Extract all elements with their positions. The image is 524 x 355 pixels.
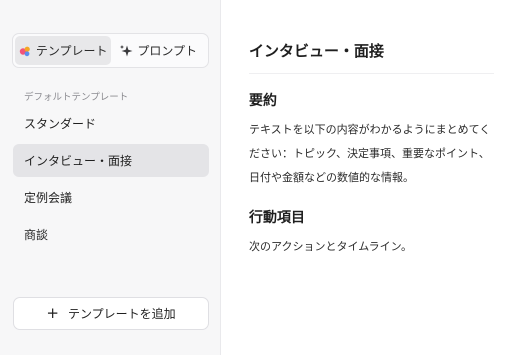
- section-label-default-templates: デフォルトテンプレート: [24, 92, 129, 103]
- add-template-button[interactable]: + テンプレートを追加: [13, 297, 209, 330]
- sidebar-item-regular-meeting[interactable]: 定例会議: [13, 181, 209, 214]
- sidebar-item-label: スタンダード: [24, 117, 97, 131]
- tab-prompts[interactable]: プロンプト: [111, 36, 207, 65]
- section-body-action-items: 次のアクションとタイムライン。: [249, 240, 413, 253]
- page-title: インタビュー・面接: [249, 42, 385, 60]
- tab-templates-label: テンプレート: [35, 44, 108, 58]
- add-template-label: テンプレートを追加: [67, 307, 176, 321]
- template-detail: インタビュー・面接 要約 テキストを以下の内容がわかるようにまとめてください：ト…: [221, 0, 524, 355]
- sidebar-item-standard[interactable]: スタンダード: [13, 107, 209, 140]
- sidebar-item-interview[interactable]: インタビュー・面接: [13, 144, 209, 177]
- tab-templates[interactable]: テンプレート: [15, 36, 111, 65]
- mode-tabs: テンプレート プロンプト: [12, 33, 209, 68]
- sidebar-item-sales-meeting[interactable]: 商談: [13, 218, 209, 251]
- plus-icon: +: [46, 304, 59, 322]
- title-divider: [249, 73, 494, 74]
- template-icon: [18, 44, 32, 58]
- section-body-summary: テキストを以下の内容がわかるようにまとめてください：トピック、決定事項、重要なポ…: [249, 123, 491, 184]
- section-heading-summary: 要約: [249, 93, 277, 109]
- sidebar-item-label: 定例会議: [24, 191, 73, 205]
- sparkle-icon: [119, 44, 133, 58]
- sidebar: テンプレート プロンプト デフォルトテンプレート スタンダード インタビュー・面…: [0, 0, 221, 355]
- tab-prompts-label: プロンプト: [137, 44, 198, 58]
- section-heading-action-items: 行動項目: [249, 210, 305, 226]
- sidebar-item-label: インタビュー・面接: [24, 154, 133, 168]
- sidebar-item-label: 商談: [24, 228, 49, 242]
